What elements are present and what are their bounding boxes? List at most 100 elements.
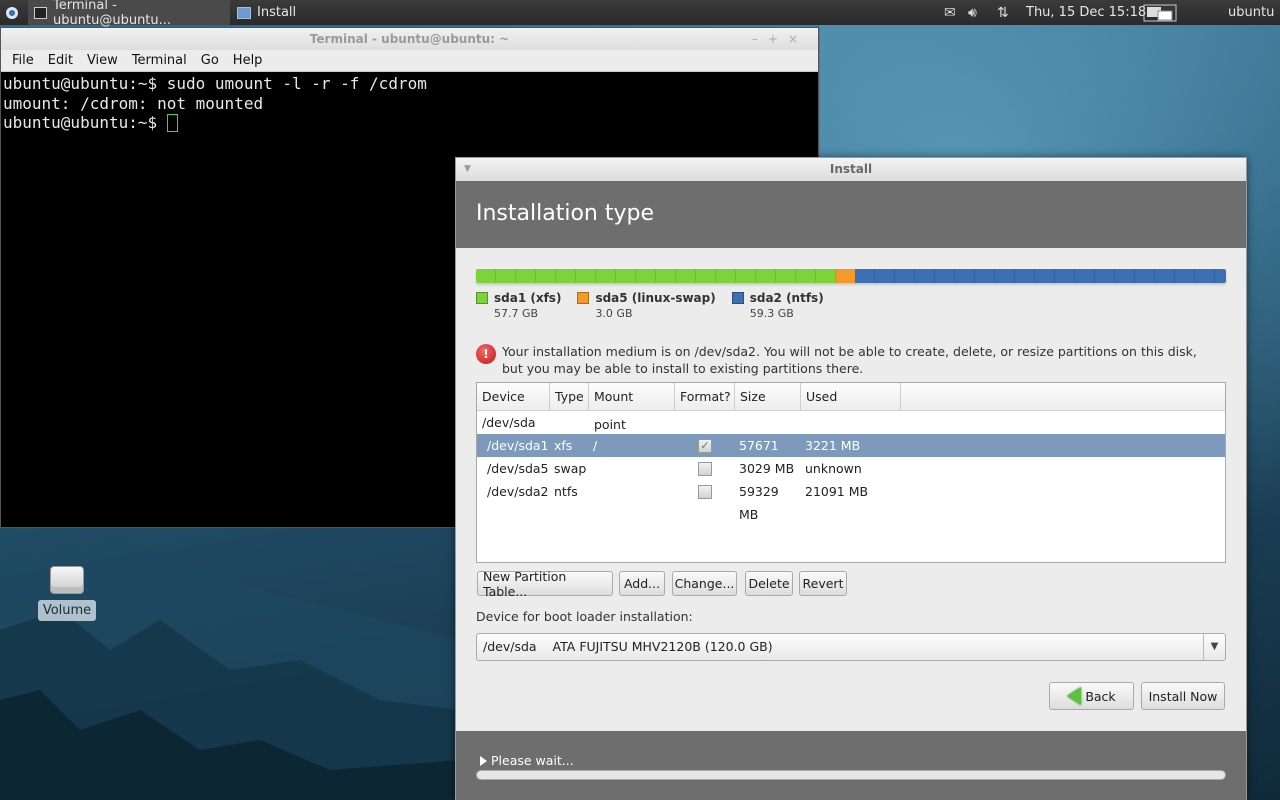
legend-swatch xyxy=(577,292,590,304)
table-header: Device Type Mount point Format? Size Use… xyxy=(477,383,1225,432)
legend-name: sda5 (linux-swap) xyxy=(595,291,716,305)
menu-help[interactable]: Help xyxy=(226,53,270,68)
column-header-mount[interactable]: Mount point xyxy=(589,383,675,432)
workspace-switcher-icon[interactable] xyxy=(1143,0,1177,25)
column-header-format[interactable]: Format? xyxy=(675,383,735,410)
desktop-volume-label: Volume xyxy=(37,600,97,621)
boot-loader-device-select[interactable]: /dev/sda ATA FUJITSU MHV2120B (120.0 GB)… xyxy=(476,633,1226,661)
column-header-device[interactable]: Device xyxy=(477,383,550,410)
window-title: Install xyxy=(829,162,873,176)
install-titlebar[interactable]: ▼ Install xyxy=(456,158,1246,181)
warning-text: Your installation medium is on /dev/sda2… xyxy=(502,344,1197,376)
cell-type: swap xyxy=(554,461,587,476)
terminal-titlebar[interactable]: Terminal - ubuntu@ubuntu: ~ –+× xyxy=(1,28,818,50)
terminal-icon xyxy=(34,6,48,19)
change-partition-button[interactable]: Change... xyxy=(672,571,737,596)
table-row-disk[interactable]: /dev/sda xyxy=(477,411,1225,434)
cell-device: /dev/sda1 xyxy=(487,438,549,453)
terminal-prompt-line: ubuntu@ubuntu:~$ xyxy=(3,113,816,133)
format-checkbox[interactable]: ✓ xyxy=(698,438,712,453)
xfce-menu-icon[interactable] xyxy=(4,0,20,25)
terminal-output[interactable]: ubuntu@ubuntu:~$ sudo umount -l -r -f /c… xyxy=(1,72,818,135)
delete-partition-button[interactable]: Delete xyxy=(745,571,793,596)
clock[interactable]: Thu, 15 Dec 15:18 xyxy=(1026,0,1146,25)
cell-mount xyxy=(589,457,675,480)
legend-item-sda1: sda1 (xfs) 57.7 GB xyxy=(476,291,561,320)
terminal-line: umount: /cdrom: not mounted xyxy=(3,93,264,113)
cell-device: /dev/sda5 xyxy=(487,461,549,476)
legend-size: 59.3 GB xyxy=(749,307,794,320)
cell-device: /dev/sda2 xyxy=(487,484,549,499)
partition-bar-sda5 xyxy=(836,269,855,283)
taskbar-item-terminal[interactable]: Terminal - ubuntu@ubuntu... xyxy=(28,0,230,28)
cell-size: 3029 MB xyxy=(739,461,795,476)
cell-mount: / xyxy=(593,438,598,453)
add-partition-button[interactable]: Add... xyxy=(619,571,665,596)
window-controls[interactable]: –+× xyxy=(752,28,808,50)
terminal-menubar: File Edit View Terminal Go Help xyxy=(1,50,818,72)
partition-bar xyxy=(476,269,1226,283)
new-partition-table-button[interactable]: New Partition Table... xyxy=(477,569,613,599)
user-name[interactable]: ubuntu xyxy=(1228,0,1274,25)
taskbar-item-install[interactable]: Install xyxy=(231,0,431,25)
expander-arrow-icon xyxy=(480,755,487,766)
chevron-down-icon: ▼ xyxy=(1203,634,1225,660)
terminal-line: ubuntu@ubuntu:~$ sudo umount -l -r -f /c… xyxy=(3,74,427,93)
legend-name: sda1 (xfs) xyxy=(494,291,562,305)
legend-swatch xyxy=(731,292,744,304)
taskbar-label: Install xyxy=(257,5,297,20)
partition-table[interactable]: Device Type Mount point Format? Size Use… xyxy=(476,382,1226,563)
progress-bar xyxy=(476,770,1226,780)
menu-edit[interactable]: Edit xyxy=(41,53,80,68)
menu-go[interactable]: Go xyxy=(194,53,226,68)
window-menu-icon[interactable]: ▼ xyxy=(464,158,471,181)
partition-bar-sda1 xyxy=(476,269,836,283)
legend-item-sda2: sda2 (ntfs) 59.3 GB xyxy=(731,291,824,320)
install-window[interactable]: ▼ Install Installation type sda1 (xfs) 5… xyxy=(455,157,1247,800)
disk-name: /dev/sda xyxy=(482,415,536,430)
cell-used: 3221 MB xyxy=(805,438,861,453)
cell-used: unknown xyxy=(805,461,862,476)
partition-legend: sda1 (xfs) 57.7 GB sda5 (linux-swap) 3.0… xyxy=(476,291,824,320)
terminal-prompt: ubuntu@ubuntu:~$ xyxy=(3,113,167,132)
menu-file[interactable]: File xyxy=(5,53,41,68)
cell-size: 57671 MB xyxy=(739,438,779,476)
desktop-volume[interactable]: Volume xyxy=(36,566,98,621)
boot-device: /dev/sda xyxy=(483,639,537,654)
legend-swatch xyxy=(476,292,488,304)
column-header-used[interactable]: Used xyxy=(801,383,901,410)
menu-terminal[interactable]: Terminal xyxy=(125,53,194,68)
install-footer: Please wait... xyxy=(456,731,1246,800)
error-icon: ! xyxy=(476,344,496,364)
network-icon[interactable]: ⇅ xyxy=(997,0,1009,25)
cell-size: 59329 MB xyxy=(739,484,779,522)
column-header-size[interactable]: Size xyxy=(735,383,801,410)
table-row[interactable]: /dev/sda5 swap 3029 MB unknown xyxy=(477,457,1225,480)
table-row[interactable]: /dev/sda2 ntfs 59329 MB 21091 MB xyxy=(477,480,1225,522)
back-button-label: Back xyxy=(1085,688,1116,704)
back-button[interactable]: Back xyxy=(1049,682,1134,710)
legend-size: 57.7 GB xyxy=(494,307,539,320)
top-panel: Terminal - ubuntu@ubuntu... Install ✉ 🔊︎… xyxy=(0,0,1280,28)
warning-message: ! Your installation medium is on /dev/sd… xyxy=(476,343,1216,377)
install-now-button[interactable]: Install Now xyxy=(1141,682,1225,710)
legend-name: sda2 (ntfs) xyxy=(749,291,824,305)
format-checkbox[interactable] xyxy=(698,461,712,476)
window-icon xyxy=(237,6,251,19)
boot-loader-label: Device for boot loader installation: xyxy=(476,609,693,624)
mail-icon[interactable]: ✉ xyxy=(944,0,956,25)
status-expander[interactable]: Please wait... xyxy=(480,753,574,768)
back-arrow-icon xyxy=(1067,687,1082,705)
column-header-type[interactable]: Type xyxy=(550,383,589,410)
boot-device-description: ATA FUJITSU MHV2120B (120.0 GB) xyxy=(552,639,773,654)
table-row[interactable]: /dev/sda1 xfs / ✓ 57671 MB 3221 MB xyxy=(477,434,1225,476)
legend-item-sda5: sda5 (linux-swap) 3.0 GB xyxy=(577,291,716,320)
page-title: Installation type xyxy=(456,181,1246,248)
menu-view[interactable]: View xyxy=(80,53,125,68)
cell-type: ntfs xyxy=(554,484,578,499)
wallpaper-hills xyxy=(0,540,460,800)
volume-icon[interactable]: 🔊︎ xyxy=(968,0,977,25)
revert-button[interactable]: Revert xyxy=(799,571,847,596)
format-checkbox[interactable] xyxy=(698,484,712,499)
drive-icon xyxy=(50,566,84,594)
